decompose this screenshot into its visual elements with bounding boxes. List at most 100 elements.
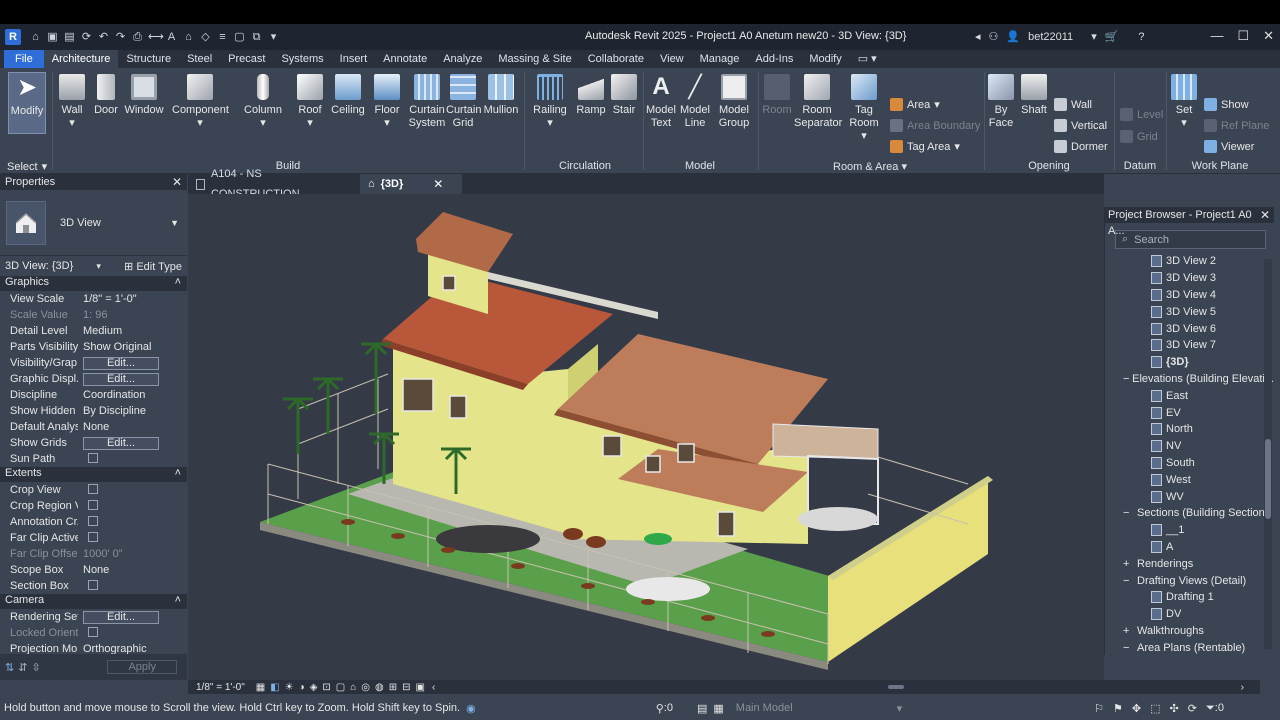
shaft-button[interactable]: Shaft xyxy=(1018,74,1050,117)
checkbox[interactable] xyxy=(88,452,98,463)
ref-plane-button[interactable]: Ref Plane xyxy=(1204,119,1269,132)
model-group-button[interactable]: Model Group xyxy=(716,74,752,130)
worksharing-icon[interactable]: ⊞ xyxy=(389,682,397,693)
close-icon[interactable]: ✕ xyxy=(1260,207,1270,223)
room-separator-button[interactable]: Room Separator xyxy=(794,74,842,130)
sort-az-icon[interactable]: ⇵ xyxy=(18,661,27,674)
area-button[interactable]: Area ▾ xyxy=(890,98,940,111)
expand-icon[interactable]: − xyxy=(1123,507,1137,519)
browser-item[interactable]: A xyxy=(1105,539,1274,556)
tab-modify[interactable]: Modify xyxy=(801,50,849,68)
edit-type-button[interactable]: ⊞ Edit Type xyxy=(124,260,182,273)
modify-button[interactable]: ➤ Modify xyxy=(8,72,46,134)
room-area-panel-label[interactable]: Room & Area ▾ xyxy=(760,160,980,173)
collapse-icon[interactable]: ˄ xyxy=(175,467,181,482)
edit-button[interactable]: Edit... xyxy=(83,436,159,450)
temp-hide-icon[interactable]: ◎ xyxy=(361,682,370,693)
instance-selector[interactable]: 3D View: {3D} ▾ xyxy=(5,260,101,272)
print-icon[interactable]: ⎙ xyxy=(131,31,144,43)
tab-massing-site[interactable]: Massing & Site xyxy=(490,50,579,68)
checkbox[interactable] xyxy=(88,579,98,590)
property-value[interactable]: Medium xyxy=(78,325,187,337)
type-selector[interactable]: 3D View ▼ xyxy=(0,190,187,256)
minimize-icon[interactable]: — xyxy=(1210,28,1223,44)
by-face-button[interactable]: By Face xyxy=(986,74,1016,130)
3d-view-icon[interactable]: ⌂ xyxy=(182,31,195,43)
close-icon[interactable]: ✕ xyxy=(1263,28,1274,44)
select-links-icon[interactable]: ⚐ xyxy=(1094,702,1104,715)
project-browser-search[interactable]: ⌕ Search xyxy=(1115,230,1266,249)
view-scale[interactable]: 1/8" = 1'-0" xyxy=(196,682,245,693)
select-underlay-icon[interactable]: ⚑ xyxy=(1113,702,1123,715)
browser-item[interactable]: Drafting 1 xyxy=(1105,589,1274,606)
close-icon[interactable]: ✕ xyxy=(172,175,182,189)
scroll-left-icon[interactable]: ‹ xyxy=(432,682,435,693)
tag-room-button[interactable]: Tag Room ▾ xyxy=(846,74,882,143)
browser-item[interactable]: South xyxy=(1105,455,1274,472)
tab-view[interactable]: View xyxy=(652,50,692,68)
ribbon-toggle-icon[interactable]: ▭ ▾ xyxy=(850,50,885,68)
checkbox[interactable] xyxy=(88,499,98,510)
model-line-button[interactable]: ╱ Model Line xyxy=(678,74,712,130)
view-tab-3d[interactable]: ⌂ {3D} ✕ xyxy=(360,174,462,194)
railing-button[interactable]: Railing ▾ xyxy=(530,74,570,130)
sync-icon[interactable]: ⟳ xyxy=(80,31,93,43)
curtain-system-button[interactable]: Curtain System xyxy=(408,74,446,130)
save-icon[interactable]: ▤ xyxy=(63,31,76,43)
switch-windows-icon[interactable]: ⧉ xyxy=(250,31,263,43)
component-button[interactable]: Component ▾ xyxy=(172,74,229,130)
browser-item[interactable]: − Sections (Building Section) xyxy=(1105,505,1274,522)
property-value[interactable]: 1: 96 xyxy=(78,309,187,321)
customize-qat-icon[interactable]: ▾ xyxy=(267,31,280,43)
browser-item[interactable]: + Walkthroughs xyxy=(1105,623,1274,640)
browser-item[interactable]: 3D View 4 xyxy=(1105,287,1274,304)
edit-button[interactable]: Edit... xyxy=(83,610,159,624)
window-button[interactable]: Window xyxy=(124,74,164,117)
visual-style-icon[interactable]: ◧ xyxy=(270,682,279,693)
tab-systems[interactable]: Systems xyxy=(273,50,331,68)
edit-button[interactable]: Edit... xyxy=(83,372,159,386)
area-boundary-button[interactable]: Area Boundary xyxy=(890,119,980,132)
browser-scrollbar[interactable] xyxy=(1264,259,1272,649)
user-icon[interactable]: 👤 xyxy=(1006,30,1020,43)
browser-item[interactable]: NV xyxy=(1105,438,1274,455)
text-icon[interactable]: A xyxy=(165,31,178,43)
property-value[interactable]: 1000' 0" xyxy=(78,548,187,560)
user-dropdown-icon[interactable]: ▾ xyxy=(1091,30,1097,43)
filter-icon[interactable]: ⏷:0 xyxy=(1206,702,1224,715)
model-dropdown-icon[interactable]: ▾ xyxy=(897,702,903,715)
browser-item[interactable]: East xyxy=(1105,387,1274,404)
browser-item[interactable]: 3D View 6 xyxy=(1105,320,1274,337)
main-model-icon[interactable]: ▦ xyxy=(713,702,723,715)
property-group-header[interactable]: Camera ˄ xyxy=(0,594,187,609)
expand-icon[interactable]: − xyxy=(1123,575,1137,587)
chevron-down-icon[interactable]: ▼ xyxy=(170,218,179,228)
level-button[interactable]: Level xyxy=(1120,108,1163,121)
tab-annotate[interactable]: Annotate xyxy=(375,50,435,68)
browser-item[interactable]: West xyxy=(1105,471,1274,488)
tag-area-button[interactable]: Tag Area ▾ xyxy=(890,140,960,153)
tab-architecture[interactable]: Architecture xyxy=(43,50,119,68)
select-dropdown[interactable]: Select ▾ xyxy=(7,160,47,174)
tab-structure[interactable]: Structure xyxy=(118,50,179,68)
wall-button[interactable]: Wall ▾ xyxy=(58,74,86,130)
browser-item[interactable]: {3D} xyxy=(1105,354,1274,371)
select-pinned-icon[interactable]: ✥ xyxy=(1132,702,1141,715)
sort-za-icon[interactable]: ⇳ xyxy=(31,661,40,674)
door-button[interactable]: Door xyxy=(92,74,120,117)
horizontal-scroll-thumb[interactable] xyxy=(888,685,904,689)
browser-item[interactable]: − Drafting Views (Detail) xyxy=(1105,572,1274,589)
open-icon[interactable]: ▣ xyxy=(46,31,59,43)
select-face-icon[interactable]: ⬚ xyxy=(1150,702,1160,715)
analytical-icon[interactable]: ⊟ xyxy=(402,682,410,693)
undo-icon[interactable]: ↶ xyxy=(97,31,110,43)
background-process-icon[interactable]: ⟳ xyxy=(1188,702,1197,715)
browser-item[interactable]: North xyxy=(1105,421,1274,438)
main-model-label[interactable]: Main Model xyxy=(736,702,793,714)
room-button[interactable]: Room xyxy=(760,74,794,117)
maximize-icon[interactable]: ☐ xyxy=(1237,28,1249,44)
ceiling-button[interactable]: Ceiling xyxy=(330,74,366,117)
revit-logo-icon[interactable]: R xyxy=(5,29,21,45)
thin-lines-icon[interactable]: ≡ xyxy=(216,31,229,43)
redo-icon[interactable]: ↷ xyxy=(114,31,127,43)
